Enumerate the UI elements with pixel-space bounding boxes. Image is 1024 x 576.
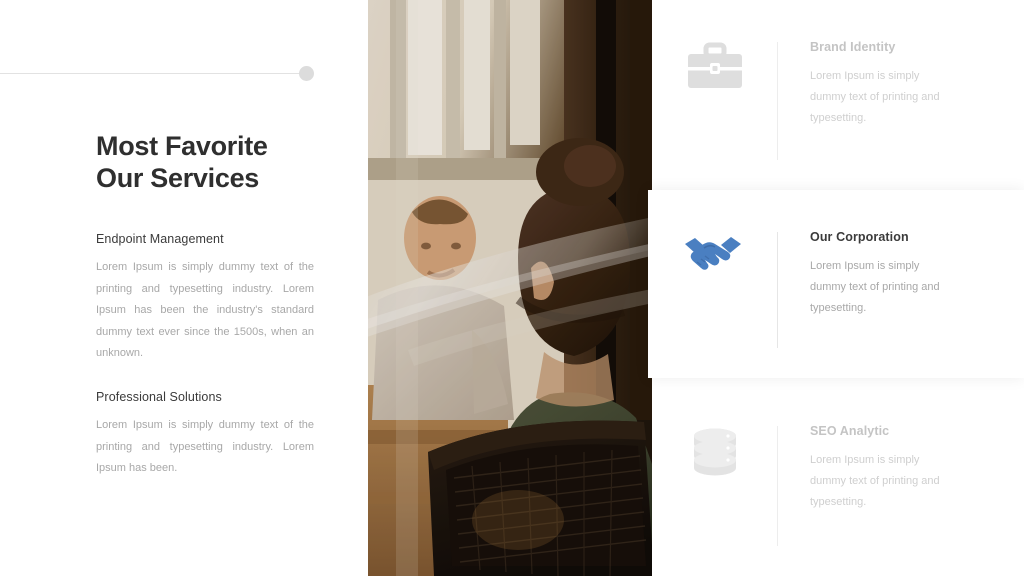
service-body: Lorem Ipsum is simply dummy text of prin… [810,260,940,315]
database-icon [652,424,777,478]
page-title-line-1: Most Favorite [96,131,268,161]
briefcase-icon [652,40,777,92]
card-text: SEO Analytic Lorem Ipsum is simply dummy… [778,424,1024,513]
feature-block-endpoint-management: Endpoint Management Lorem Ipsum is simpl… [96,232,314,364]
left-content-column: Most Favorite Our Services Endpoint Mana… [96,130,314,506]
feature-body: Lorem Ipsum is simply dummy text of the … [96,419,314,475]
hero-photo [368,0,652,576]
service-body: Lorem Ipsum is simply dummy text of prin… [810,70,940,125]
feature-body: Lorem Ipsum is simply dummy text of the … [96,261,314,359]
service-card-seo-analytic[interactable]: SEO Analytic Lorem Ipsum is simply dummy… [652,378,1024,576]
service-title: Our Corporation [810,230,909,244]
handshake-icon [648,230,777,276]
decorative-rule [0,73,306,74]
service-card-brand-identity[interactable]: Brand Identity Lorem Ipsum is simply dum… [652,0,1024,190]
feature-heading: Professional Solutions [96,390,222,405]
feature-block-professional-solutions: Professional Solutions Lorem Ipsum is si… [96,390,314,479]
service-body: Lorem Ipsum is simply dummy text of prin… [810,454,940,509]
decorative-dot [299,66,314,81]
service-title: Brand Identity [810,40,896,54]
card-text: Brand Identity Lorem Ipsum is simply dum… [778,40,1024,129]
hero-photo-image [368,0,652,576]
feature-heading: Endpoint Management [96,232,224,247]
page-title-line-2: Our Services [96,163,260,194]
services-panel: Brand Identity Lorem Ipsum is simply dum… [648,0,1024,576]
service-card-our-corporation[interactable]: Our Corporation Lorem Ipsum is simply du… [648,190,1024,378]
service-title: SEO Analytic [810,424,890,438]
card-text: Our Corporation Lorem Ipsum is simply du… [778,230,1024,319]
page-title: Most Favorite Our Services [96,130,314,194]
